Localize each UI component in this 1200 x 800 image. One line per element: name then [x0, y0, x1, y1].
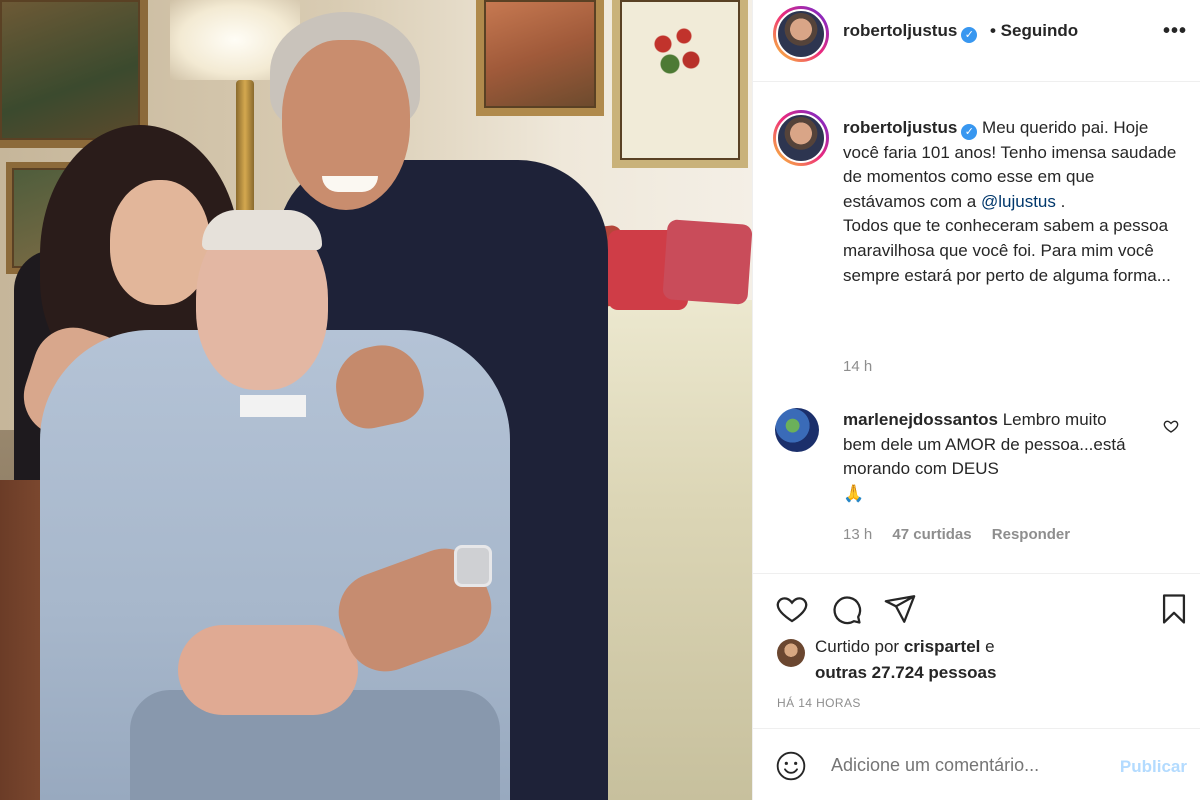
- caption-body-2: Todos que te conheceram sabem a pessoa m…: [843, 216, 1171, 285]
- avatar[interactable]: [775, 408, 819, 452]
- avatar[interactable]: [773, 6, 829, 62]
- reply-button[interactable]: Responder: [992, 526, 1070, 543]
- emoji-smile-icon[interactable]: [775, 750, 807, 782]
- verified-badge-icon: ✓: [961, 124, 978, 140]
- liked-by-user[interactable]: crispartel: [904, 637, 981, 656]
- caption-time[interactable]: 14 h: [843, 358, 872, 375]
- painting-frame: [476, 0, 604, 116]
- comment-username[interactable]: marlenejdossantos: [843, 410, 998, 429]
- post-photo[interactable]: [0, 0, 752, 800]
- comment-likes[interactable]: 47 curtidas: [892, 526, 971, 543]
- posted-time[interactable]: HÁ 14 HORAS: [777, 696, 861, 710]
- elderly-man-hands: [178, 625, 358, 715]
- post-header: robertoljustus ✓ • Seguindo •••: [753, 0, 1200, 82]
- comment-input[interactable]: [831, 755, 1071, 776]
- caption-username[interactable]: robertoljustus: [843, 118, 957, 137]
- post-side-panel: robertoljustus ✓ • Seguindo ••• robertolj…: [752, 0, 1200, 800]
- share-icon[interactable]: [883, 592, 917, 626]
- woman-face: [110, 180, 210, 305]
- publish-button[interactable]: Publicar: [1120, 757, 1187, 777]
- caption-text: robertoljustus ✓ Meu querido pai. Hoje vo…: [843, 116, 1179, 288]
- heart-icon[interactable]: [775, 592, 809, 626]
- verified-badge-icon: ✓: [961, 27, 978, 43]
- pillow: [662, 219, 752, 305]
- action-bar: [753, 573, 1200, 634]
- wristwatch: [454, 545, 492, 587]
- comment-text: marlenejdossantos Lembro muito bem dele …: [843, 408, 1143, 506]
- header-username[interactable]: robertoljustus ✓: [843, 21, 978, 43]
- comment-time[interactable]: 13 h: [843, 526, 872, 543]
- caption-body-end: .: [1055, 191, 1066, 211]
- man-smile: [322, 176, 378, 192]
- comment-like-icon[interactable]: [1163, 418, 1179, 439]
- following-status[interactable]: • Seguindo: [990, 21, 1078, 41]
- instagram-post: robertoljustus ✓ • Seguindo ••• robertolj…: [0, 0, 1200, 800]
- avatar[interactable]: [773, 110, 829, 166]
- header-username-text[interactable]: robertoljustus: [843, 21, 957, 40]
- elderly-man-hair: [202, 210, 322, 250]
- more-options-icon[interactable]: •••: [1163, 20, 1187, 43]
- bookmark-icon[interactable]: [1157, 592, 1191, 626]
- liked-by-line: Curtido por crispartel e: [815, 637, 995, 657]
- liked-by-others[interactable]: outras 27.724 pessoas: [815, 663, 996, 683]
- lamp-stem: [236, 80, 254, 220]
- liked-by-conj: e: [980, 637, 995, 656]
- praying-hands-emoji: 🙏: [843, 483, 865, 503]
- add-comment-bar: Publicar: [753, 728, 1200, 800]
- flower-painting: [612, 0, 748, 168]
- liked-by-prefix: Curtido por: [815, 637, 904, 656]
- mention-link[interactable]: @lujustus: [981, 192, 1056, 211]
- comment-meta: 13 h 47 curtidas Responder: [843, 526, 1086, 543]
- avatar[interactable]: [777, 639, 805, 667]
- comment-icon[interactable]: [829, 592, 863, 626]
- shirt-collar: [240, 395, 306, 417]
